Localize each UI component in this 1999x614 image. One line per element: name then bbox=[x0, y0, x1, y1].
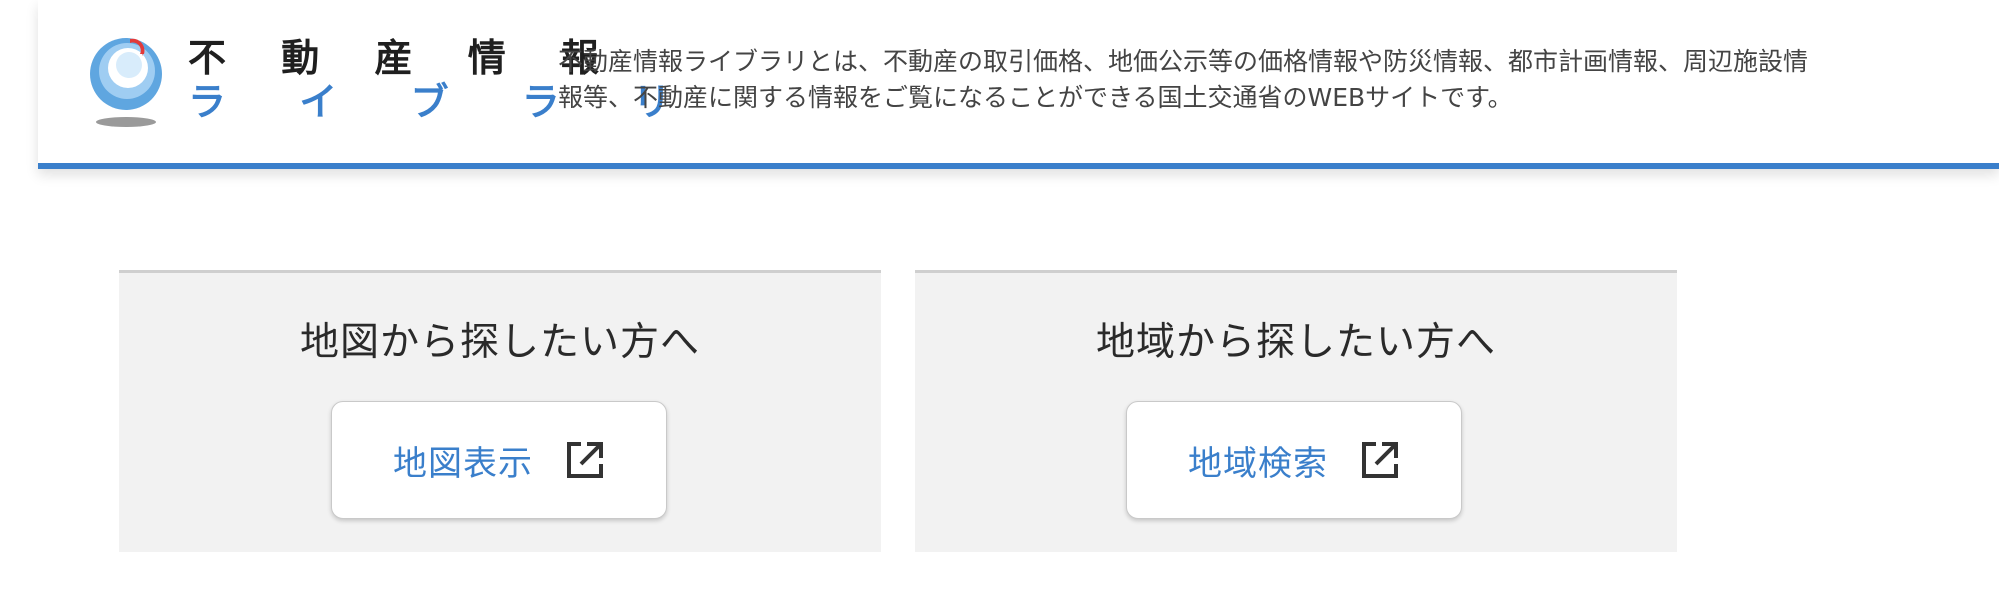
panel-title-area: 地域から探したい方へ bbox=[1095, 320, 1496, 365]
area-search-panel: 地域から探したい方へ 地域検索 bbox=[915, 270, 1677, 552]
description-line-2: 報等、不動産に関する情報をご覧になることができる国土交通省のWEBサイトです。 bbox=[558, 83, 1513, 112]
site-logo-text[interactable]: 不 動 産 情 報 ラ イ ブ ラ リ bbox=[188, 36, 701, 124]
area-search-button-label: 地域検索 bbox=[1188, 443, 1328, 484]
external-link-icon bbox=[1360, 440, 1400, 480]
site-header: 不 動 産 情 報 ラ イ ブ ラ リ 不動産情報ライブラリとは、不動産の取引価… bbox=[38, 0, 1999, 169]
logo-icon[interactable] bbox=[86, 34, 166, 128]
area-search-button[interactable]: 地域検索 bbox=[1126, 401, 1462, 519]
external-link-icon bbox=[565, 440, 605, 480]
map-display-button-label: 地図表示 bbox=[393, 443, 533, 484]
logo-title-line2: ラ イ ブ ラ リ bbox=[188, 80, 701, 124]
map-display-button[interactable]: 地図表示 bbox=[331, 401, 667, 519]
map-search-panel: 地図から探したい方へ 地図表示 bbox=[119, 270, 881, 552]
logo-title-line1: 不 動 産 情 報 bbox=[188, 36, 620, 80]
description-line-1: 不動産情報ライブラリとは、不動産の取引価格、地価公示等の価格情報や防災情報、都市… bbox=[558, 47, 1809, 76]
site-description: 不動産情報ライブラリとは、不動産の取引価格、地価公示等の価格情報や防災情報、都市… bbox=[558, 44, 1808, 116]
panel-title-map: 地図から探したい方へ bbox=[299, 320, 700, 365]
